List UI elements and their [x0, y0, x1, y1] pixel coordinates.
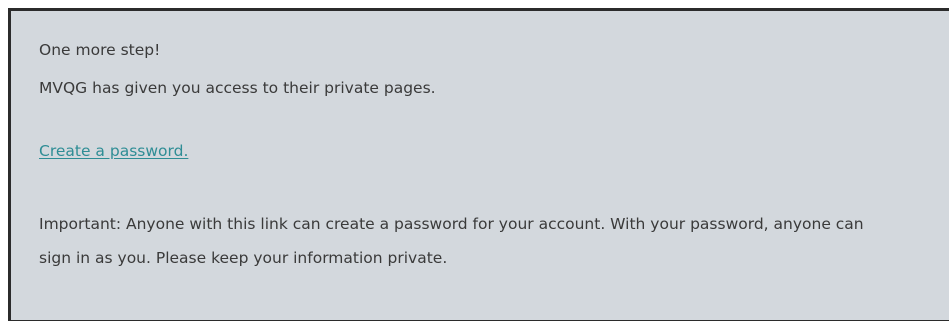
create-password-link[interactable]: Create a password. — [39, 141, 188, 161]
important-notice-text: Important: Anyone with this link can cre… — [39, 215, 864, 267]
message-panel: One more step! MVQG has given you access… — [8, 8, 949, 321]
heading-text: One more step! — [39, 41, 161, 59]
access-granted-text: MVQG has given you access to their priva… — [39, 79, 436, 97]
